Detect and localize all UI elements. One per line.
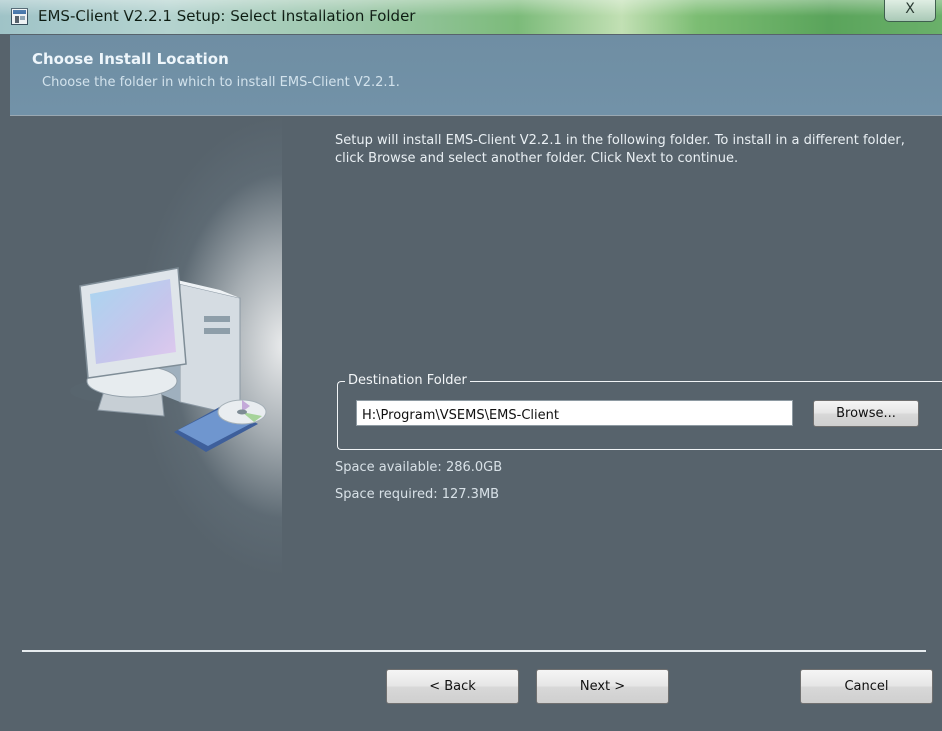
title-bar[interactable]: EMS-Client V2.2.1 Setup: Select Installa… xyxy=(0,0,942,34)
computer-illustration xyxy=(10,116,282,586)
cancel-button[interactable]: Cancel xyxy=(800,669,933,704)
space-available: Space available: 286.0GB xyxy=(335,460,503,475)
install-description: Setup will install EMS-Client V2.2.1 in … xyxy=(335,133,905,166)
close-icon: X xyxy=(905,1,915,17)
destination-folder-legend: Destination Folder xyxy=(345,373,470,388)
close-button[interactable]: X xyxy=(884,0,936,22)
next-button[interactable]: Next > xyxy=(536,669,669,704)
page-title: Choose Install Location xyxy=(32,50,229,68)
destination-path-input[interactable] xyxy=(356,400,793,426)
back-button[interactable]: < Back xyxy=(386,669,519,704)
wizard-header: Choose Install Location Choose the folde… xyxy=(10,35,942,115)
installer-app-icon xyxy=(11,8,28,25)
window-title: EMS-Client V2.2.1 Setup: Select Installa… xyxy=(38,7,416,25)
page-subtitle: Choose the folder in which to install EM… xyxy=(42,75,400,90)
browse-button[interactable]: Browse... xyxy=(813,400,919,427)
installer-window: EMS-Client V2.2.1 Setup: Select Installa… xyxy=(0,0,942,731)
space-required: Space required: 127.3MB xyxy=(335,487,500,502)
footer-divider xyxy=(22,650,926,652)
